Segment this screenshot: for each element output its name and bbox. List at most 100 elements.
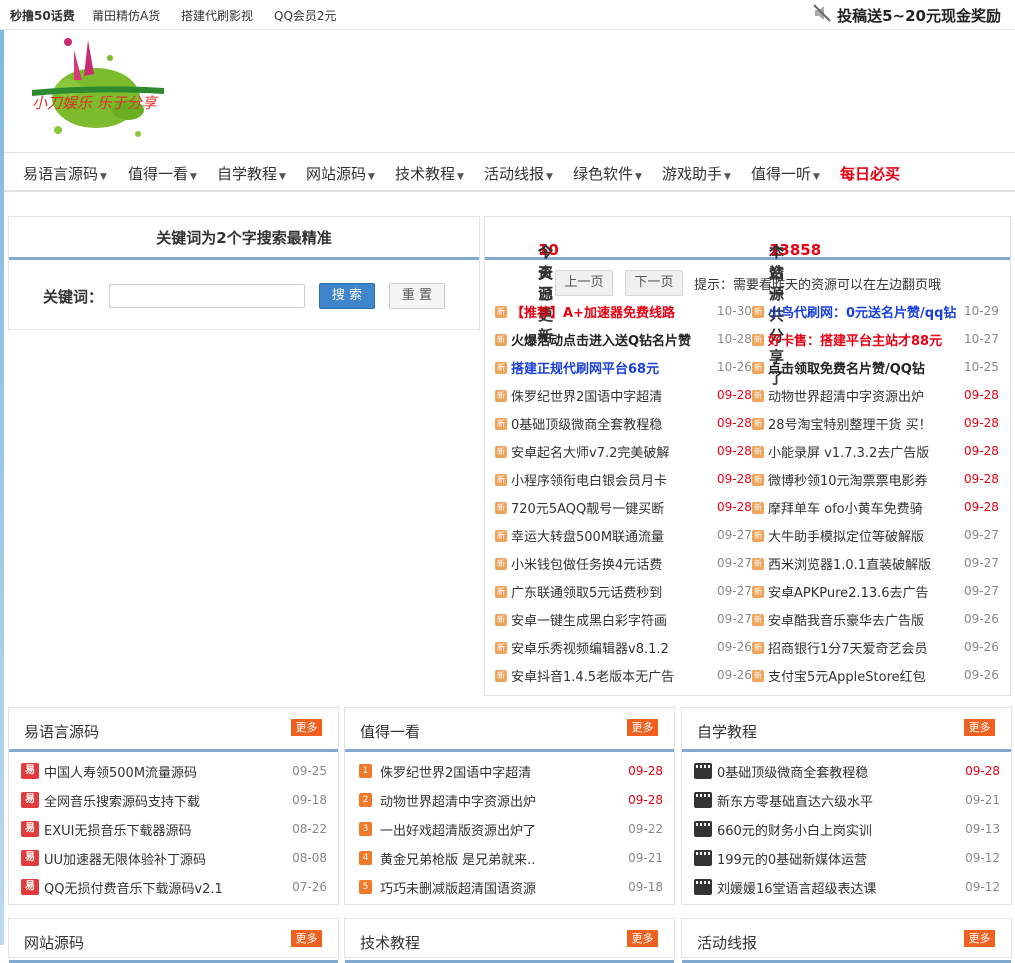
item-title[interactable]: 动物世界超清中字资源出炉	[380, 791, 536, 810]
resource-title[interactable]: 【推荐】A+加速器免费线路	[511, 302, 675, 321]
list-item[interactable]: 4 黄金兄弟枪版 是兄弟就来.. 09-21	[357, 845, 663, 873]
search-button[interactable]: 搜 索	[319, 283, 375, 309]
category-title[interactable]: 易语言源码	[24, 721, 99, 742]
nav-item-software[interactable]: 绿色软件 ▼	[573, 163, 642, 184]
resource-title[interactable]: 安卓APKPure2.13.6去广告	[768, 582, 929, 601]
resource-title[interactable]: 小程序领衔电白银会员月卡	[511, 470, 667, 489]
resource-item[interactable]: 新西米浏览器1.0.1直装破解版 09-27	[752, 551, 1015, 579]
resource-item[interactable]: 新支付宝5元AppleStore红包 09-26	[752, 663, 1015, 691]
resource-title[interactable]: 小能录屏 v1.7.3.2去广告版	[768, 442, 929, 461]
list-item[interactable]: 易全网音乐搜索源码支持下载 09-18	[21, 787, 327, 815]
resource-title[interactable]: 动物世界超清中字资源出炉	[768, 386, 924, 405]
item-title[interactable]: 巧巧未删减版超清国语资源	[380, 878, 536, 897]
list-item[interactable]: 易 QQ无损付费音乐下载源码v2.1 07-26	[21, 874, 327, 902]
list-item[interactable]: 0基础顶级微商全套教程稳 09-28	[694, 758, 1000, 786]
keyword-input[interactable]	[109, 284, 305, 308]
next-page-button[interactable]: 下一页	[625, 270, 683, 296]
item-title[interactable]: 660元的财务小白上岗实训	[717, 820, 872, 839]
prev-page-button[interactable]: 上一页	[555, 270, 613, 296]
top-link-2[interactable]: 莆田精仿A货	[92, 7, 160, 24]
nav-item-daily-buy[interactable]: 每日必买	[840, 163, 900, 184]
nav-item-worth-listening[interactable]: 值得一听 ▼	[751, 163, 820, 184]
more-button[interactable]: 更多	[627, 719, 658, 736]
item-title[interactable]: QQ无损付费音乐下载源码v2.1	[44, 878, 223, 897]
resource-item[interactable]: 新安卓酷我音乐豪华去广告版 09-26	[752, 607, 1015, 635]
item-title[interactable]: 0基础顶级微商全套教程稳	[717, 762, 868, 781]
list-item[interactable]: 2 动物世界超清中字资源出炉 09-28	[357, 787, 663, 815]
reset-button[interactable]: 重 置	[389, 283, 445, 309]
more-button[interactable]: 更多	[964, 719, 995, 736]
resource-title[interactable]: 西米浏览器1.0.1直装破解版	[768, 554, 931, 573]
resource-title[interactable]: 支付宝5元AppleStore红包	[768, 666, 926, 685]
resource-item[interactable]: 新 28号淘宝特别整理干货 买！ 09-28	[752, 411, 1015, 439]
site-logo[interactable]: 小刀娱乐 乐于分享	[28, 30, 168, 145]
more-button[interactable]: 更多	[627, 930, 658, 947]
list-item[interactable]: 刘媛媛16堂语言超级表达课 09-12	[694, 874, 1000, 902]
item-title[interactable]: 全网音乐搜索源码支持下载	[44, 791, 200, 810]
resource-item[interactable]: 新招商银行1分7天爱奇艺会员 09-26	[752, 635, 1015, 663]
category-title[interactable]: 技术教程	[360, 932, 420, 953]
item-title[interactable]: 新东方零基础直达六级水平	[717, 791, 873, 810]
resource-title[interactable]: 微博秒领10元淘票票电影券	[768, 470, 928, 489]
resource-title[interactable]: 小鸟代刷网：0元送名片赞/qq钻	[768, 302, 956, 321]
nav-item-tech[interactable]: 技术教程 ▼	[395, 163, 464, 184]
more-button[interactable]: 更多	[291, 719, 322, 736]
resource-title[interactable]: 安卓一键生成黑白彩字符画	[511, 610, 667, 629]
top-link-4[interactable]: QQ会员2元	[274, 7, 337, 24]
list-item[interactable]: 新东方零基础直达六级水平 09-21	[694, 787, 1000, 815]
category-title[interactable]: 活动线报	[697, 932, 757, 953]
item-title[interactable]: UU加速器无限体验补丁源码	[44, 849, 206, 868]
resource-item[interactable]: 新小鸟代刷网：0元送名片赞/qq钻 10-29	[752, 299, 1015, 327]
resource-title[interactable]: 招商银行1分7天爱奇艺会员	[768, 638, 928, 657]
more-button[interactable]: 更多	[291, 930, 322, 947]
nav-item-activities[interactable]: 活动线报 ▼	[484, 163, 553, 184]
list-item[interactable]: 660元的财务小白上岗实训 09-13	[694, 816, 1000, 844]
resource-item[interactable]: 新小能录屏 v1.7.3.2去广告版 09-28	[752, 439, 1015, 467]
resource-title[interactable]: 安卓抖音1.4.5老版本无广告	[511, 666, 674, 685]
resource-item[interactable]: 新好卡售：搭建平台主站才88元 10-27	[752, 327, 1015, 355]
resource-item[interactable]: 新微博秒领10元淘票票电影券 09-28	[752, 467, 1015, 495]
item-title[interactable]: 199元的0基础新媒体运营	[717, 849, 867, 868]
item-title[interactable]: 刘媛媛16堂语言超级表达课	[717, 878, 877, 897]
nav-item-tutorials[interactable]: 自学教程 ▼	[217, 163, 286, 184]
list-item[interactable]: 易 UU加速器无限体验补丁源码 08-08	[21, 845, 327, 873]
more-button[interactable]: 更多	[964, 930, 995, 947]
resource-item[interactable]: 新点击领取免费名片赞/QQ钻 10-25	[752, 355, 1015, 383]
top-link-1[interactable]: 秒撸50话费	[10, 7, 75, 24]
resource-title[interactable]: 点击领取免费名片赞/QQ钻	[768, 358, 925, 377]
resource-title[interactable]: 侏罗纪世界2国语中字超清	[511, 386, 662, 405]
resource-title[interactable]: 28号淘宝特别整理干货 买！	[768, 414, 932, 433]
item-title[interactable]: 中国人寿领500M流量源码	[44, 762, 197, 781]
resource-item[interactable]: 新动物世界超清中字资源出炉 09-28	[752, 383, 1015, 411]
top-link-3[interactable]: 搭建代刷影视	[181, 7, 253, 24]
list-item[interactable]: 1 侏罗纪世界2国语中字超清 09-28	[357, 758, 663, 786]
category-title[interactable]: 网站源码	[24, 932, 84, 953]
item-title[interactable]: EXUI无损音乐下载器源码	[44, 820, 191, 839]
nav-item-site-source[interactable]: 网站源码 ▼	[306, 163, 375, 184]
resource-title[interactable]: 广东联通领取5元话费秒到	[511, 582, 662, 601]
resource-title[interactable]: 幸运大转盘500M联通流量	[511, 526, 664, 545]
category-title[interactable]: 值得一看	[360, 721, 420, 742]
resource-title[interactable]: 720元5AQQ靓号一键买断	[511, 498, 664, 517]
list-item[interactable]: 易中国人寿领500M流量源码 09-25	[21, 758, 327, 786]
nav-item-game-helper[interactable]: 游戏助手 ▼	[662, 163, 731, 184]
resource-item[interactable]: 新大牛助手模拟定位等破解版 09-27	[752, 523, 1015, 551]
resource-title[interactable]: 搭建正规代刷网平台68元	[511, 358, 659, 377]
nav-item-easy-lang[interactable]: 易语言源码 ▼	[23, 163, 107, 184]
list-item[interactable]: 3 一出好戏超清版资源出炉了 09-22	[357, 816, 663, 844]
resource-title[interactable]: 火爆活动点击进入送Q钻名片赞	[511, 330, 691, 349]
submit-promo-link[interactable]: 投稿送5~20元现金奖励	[813, 4, 1001, 26]
resource-title[interactable]: 0基础顶级微商全套教程稳	[511, 414, 662, 433]
resource-title[interactable]: 安卓酷我音乐豪华去广告版	[768, 610, 924, 629]
nav-item-worth-watching[interactable]: 值得一看 ▼	[128, 163, 197, 184]
resource-item[interactable]: 新摩拜单车 ofo小黄车免费骑 09-28	[752, 495, 1015, 523]
resource-title[interactable]: 安卓起名大师v7.2完美破解	[511, 442, 669, 461]
resource-title[interactable]: 大牛助手模拟定位等破解版	[768, 526, 924, 545]
item-title[interactable]: 一出好戏超清版资源出炉了	[380, 820, 536, 839]
list-item[interactable]: 易 EXUI无损音乐下载器源码 08-22	[21, 816, 327, 844]
item-title[interactable]: 侏罗纪世界2国语中字超清	[380, 762, 531, 781]
resource-title[interactable]: 好卡售：搭建平台主站才88元	[768, 330, 942, 349]
category-title[interactable]: 自学教程	[697, 721, 757, 742]
resource-title[interactable]: 安卓乐秀视频编辑器v8.1.2	[511, 638, 669, 657]
item-title[interactable]: 黄金兄弟枪版 是兄弟就来..	[380, 849, 535, 868]
